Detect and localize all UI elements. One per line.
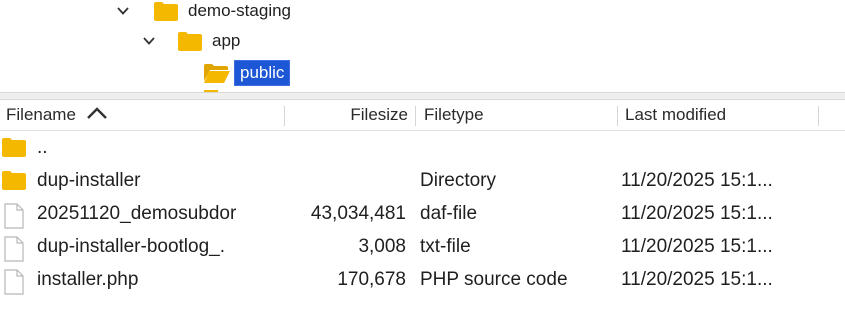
file-name: dup-installer [37,169,141,191]
file-list: Filename Filesize Filetype Last modified… [0,100,845,336]
file-size: 3,008 [358,235,406,257]
folder-icon [2,137,26,157]
file-type [420,131,615,164]
column-header-filesize[interactable]: Filesize [300,100,408,130]
column-header-label: Filetype [424,105,484,124]
folder-icon [178,31,202,51]
column-header-label: Filesize [350,105,408,124]
column-separator[interactable] [818,106,819,126]
directory-tree: demo-staging app public [0,0,845,92]
column-header-filename[interactable]: Filename [6,100,108,130]
file-modified: 11/20/2025 15:1... [621,268,773,290]
folder-icon [154,1,178,21]
tree-item-label: public [234,60,291,86]
file-size [278,131,406,164]
file-modified [621,131,821,164]
file-icon [4,269,24,295]
chevron-down-icon[interactable] [142,34,156,48]
file-icon [4,203,24,229]
file-size: 170,678 [337,268,406,290]
tree-item-app[interactable]: app [142,28,240,54]
table-row[interactable]: dup-installer-bootlog_. 3,008 txt-file 1… [0,230,845,263]
file-modified: 11/20/2025 15:1... [621,235,773,257]
file-size: 43,034,481 [310,202,406,224]
table-row[interactable]: .. [0,131,845,164]
column-separator[interactable] [617,106,618,126]
tree-item-label: app [212,31,241,50]
column-header-filetype[interactable]: Filetype [424,100,484,130]
file-modified: 11/20/2025 15:1... [621,169,773,191]
file-name: installer.php [37,268,139,290]
column-header-label: Last modified [625,105,727,124]
sort-ascending-icon [86,105,108,125]
file-modified: 11/20/2025 15:1... [621,202,773,224]
tree-item-label: demo-staging [188,1,292,20]
tree-item-demo-staging[interactable]: demo-staging [116,0,291,24]
table-row[interactable]: installer.php 170,678 PHP source code 11… [0,263,845,296]
column-header-row: Filename Filesize Filetype Last modified [0,100,845,131]
file-type: PHP source code [420,268,568,290]
column-header-last-modified[interactable]: Last modified [625,100,726,130]
table-row[interactable]: dup-installer Directory 11/20/2025 15:1.… [0,164,845,197]
file-icon [4,236,24,262]
table-row[interactable]: 20251120_demosubdor 43,034,481 daf-file … [0,197,845,230]
column-separator[interactable] [415,106,416,126]
pane-splitter[interactable] [0,92,845,100]
file-size [278,164,406,197]
column-header-label: Filename [6,105,76,124]
file-type: daf-file [420,202,478,224]
folder-open-icon [204,63,230,83]
file-type: Directory [420,169,497,191]
file-name: .. [37,136,48,158]
file-type: txt-file [420,235,471,257]
file-name: 20251120_demosubdor [37,202,237,224]
column-separator[interactable] [284,106,285,126]
file-name: dup-installer-bootlog_. [37,235,226,257]
chevron-down-icon[interactable] [116,4,130,18]
folder-icon [2,170,26,190]
tree-item-public[interactable]: public [204,60,291,86]
